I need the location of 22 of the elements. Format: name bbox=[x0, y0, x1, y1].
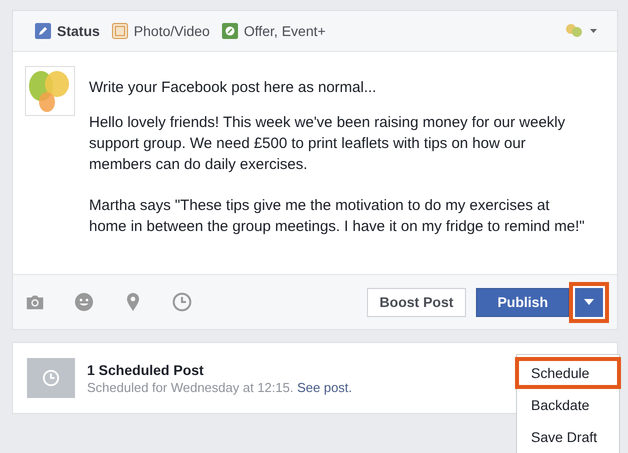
clock-icon bbox=[27, 358, 75, 398]
composer-tab[interactable]: Status bbox=[31, 11, 104, 51]
publish-button[interactable]: Publish bbox=[476, 288, 569, 316]
see-post-link[interactable]: See post. bbox=[297, 380, 352, 394]
composer-tab[interactable]: Offer, Event+ bbox=[218, 11, 330, 51]
menu-item[interactable]: Backdate bbox=[515, 389, 621, 421]
menu-item[interactable]: Save Draft bbox=[515, 421, 621, 453]
pencil-icon bbox=[35, 23, 51, 39]
post-text: Hello lovely friends! This week we've been raising money for our weekly support group. We need £500 to print leaflets with tips on how our members can do daily exercises. bbox=[89, 113, 566, 175]
menu-item[interactable]: Schedule bbox=[515, 357, 621, 389]
clock-icon[interactable] bbox=[172, 292, 192, 312]
smiley-icon[interactable] bbox=[74, 292, 94, 312]
scheduled-text: Scheduled for Wednesday at 12:15. bbox=[87, 380, 294, 394]
scheduled-title: 1 Scheduled Post bbox=[87, 362, 205, 378]
dropdown-button[interactable] bbox=[569, 282, 609, 322]
caret-icon bbox=[584, 299, 594, 305]
offer-icon bbox=[222, 23, 238, 39]
photo-icon bbox=[112, 23, 128, 39]
post-text: Martha says "These tips give me the motivation to do my exercises at home in between the group meetings. I have it on my fridge to remind me!" bbox=[89, 196, 586, 237]
boost-post-button[interactable]: Boost Post bbox=[366, 288, 466, 316]
post-text: Write your Facebook post here as normal... bbox=[89, 78, 378, 98]
composer-tab[interactable]: Photo/Video bbox=[108, 11, 214, 51]
